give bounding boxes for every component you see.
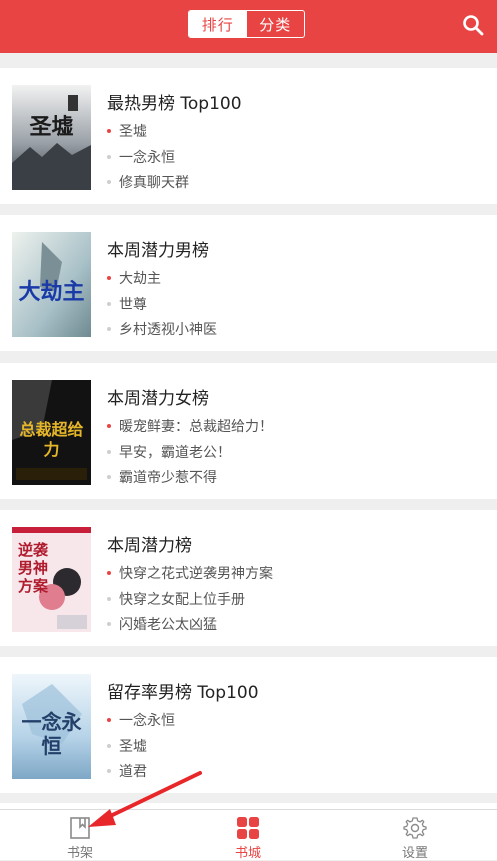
hot-dot-icon bbox=[107, 424, 111, 428]
ranking-category-toggle: 排行 分类 bbox=[188, 10, 305, 38]
dot-icon bbox=[107, 622, 111, 626]
book-entry[interactable]: 快穿之花式逆袭男神方案 bbox=[107, 563, 273, 583]
tab-label: 书城 bbox=[234, 846, 261, 861]
book-entry[interactable]: 修真聊天群 bbox=[107, 172, 189, 192]
grid-store-icon bbox=[237, 817, 259, 839]
hot-dot-icon bbox=[107, 276, 111, 280]
bookmark-book-icon bbox=[70, 817, 90, 839]
book-entry[interactable]: 乡村透视小神医 bbox=[107, 319, 217, 339]
dot-icon bbox=[107, 769, 111, 773]
hot-dot-icon bbox=[107, 129, 111, 133]
dot-icon bbox=[107, 475, 111, 479]
ranking-title: 本周潜力男榜 bbox=[107, 241, 209, 261]
dot-icon bbox=[107, 744, 111, 748]
ranking-title: 最热男榜 Top100 bbox=[107, 94, 242, 114]
dot-icon bbox=[107, 597, 111, 601]
book-entry[interactable]: 快穿之女配上位手册 bbox=[107, 589, 245, 609]
tab-category[interactable]: 分类 bbox=[247, 11, 305, 37]
ranking-card[interactable]: 逆袭男神方案 本周潜力榜 快穿之花式逆袭男神方案 快穿之女配上位手册 闪婚老公太… bbox=[0, 510, 497, 646]
tab-settings[interactable]: 设置 bbox=[385, 810, 445, 861]
book-entry[interactable]: 霸道帝少惹不得 bbox=[107, 467, 217, 487]
book-entry[interactable]: 暖宠鲜妻：总裁超给力！ bbox=[107, 416, 273, 436]
hot-dot-icon bbox=[107, 718, 111, 722]
book-entry[interactable]: 大劫主 bbox=[107, 268, 161, 288]
dot-icon bbox=[107, 155, 111, 159]
dot-icon bbox=[107, 302, 111, 306]
dot-icon bbox=[107, 327, 111, 331]
cover-title: 大劫主 bbox=[18, 279, 85, 305]
dot-icon bbox=[107, 450, 111, 454]
book-entry[interactable]: 世尊 bbox=[107, 294, 147, 314]
search-icon bbox=[463, 15, 484, 36]
book-entry[interactable]: 圣墟 bbox=[107, 736, 147, 756]
book-cover: 逆袭男神方案 bbox=[12, 527, 91, 632]
top-header: 排行 分类 bbox=[0, 0, 497, 53]
cover-title: 圣墟 bbox=[29, 114, 74, 140]
book-cover: 一念永恒 bbox=[12, 674, 91, 779]
book-entry[interactable]: 闪婚老公太凶猛 bbox=[107, 614, 217, 634]
book-entry[interactable]: 一念永恒 bbox=[107, 147, 175, 167]
cover-title: 一念永恒 bbox=[21, 710, 82, 758]
dot-icon bbox=[107, 180, 111, 184]
search-button[interactable] bbox=[459, 11, 489, 41]
book-entry[interactable]: 圣墟 bbox=[107, 121, 147, 141]
book-cover: 大劫主 bbox=[12, 232, 91, 337]
gear-icon bbox=[403, 817, 427, 839]
cover-title: 逆袭男神方案 bbox=[18, 541, 49, 595]
ranking-title: 本周潜力榜 bbox=[107, 536, 192, 556]
tab-bookshelf[interactable]: 书架 bbox=[50, 810, 110, 861]
ranking-card[interactable]: 大劫主 本周潜力男榜 大劫主 世尊 乡村透视小神医 bbox=[0, 215, 497, 351]
ranking-title: 留存率男榜 Top100 bbox=[107, 683, 259, 703]
ranking-card[interactable]: 一念永恒 留存率男榜 Top100 一念永恒 圣墟 道君 bbox=[0, 657, 497, 793]
book-cover: 总裁超给力 bbox=[12, 380, 91, 485]
tab-ranking[interactable]: 排行 bbox=[189, 11, 247, 37]
bottom-tab-bar: 书架 书城 设置 bbox=[0, 809, 497, 861]
tab-label: 设置 bbox=[401, 846, 428, 861]
book-entry[interactable]: 早安，霸道老公！ bbox=[107, 442, 231, 462]
ranking-title: 本周潜力女榜 bbox=[107, 389, 209, 409]
tab-label: 书架 bbox=[66, 846, 93, 861]
tab-bookstore[interactable]: 书城 bbox=[218, 810, 278, 861]
ranking-card[interactable]: 圣墟 最热男榜 Top100 圣墟 一念永恒 修真聊天群 bbox=[0, 68, 497, 204]
book-entry[interactable]: 一念永恒 bbox=[107, 710, 175, 730]
book-cover: 圣墟 bbox=[12, 85, 91, 190]
ranking-card[interactable]: 总裁超给力 本周潜力女榜 暖宠鲜妻：总裁超给力！ 早安，霸道老公！ 霸道帝少惹不… bbox=[0, 363, 497, 499]
book-entry[interactable]: 道君 bbox=[107, 761, 147, 781]
cover-title: 总裁超给力 bbox=[19, 420, 84, 459]
hot-dot-icon bbox=[107, 571, 111, 575]
